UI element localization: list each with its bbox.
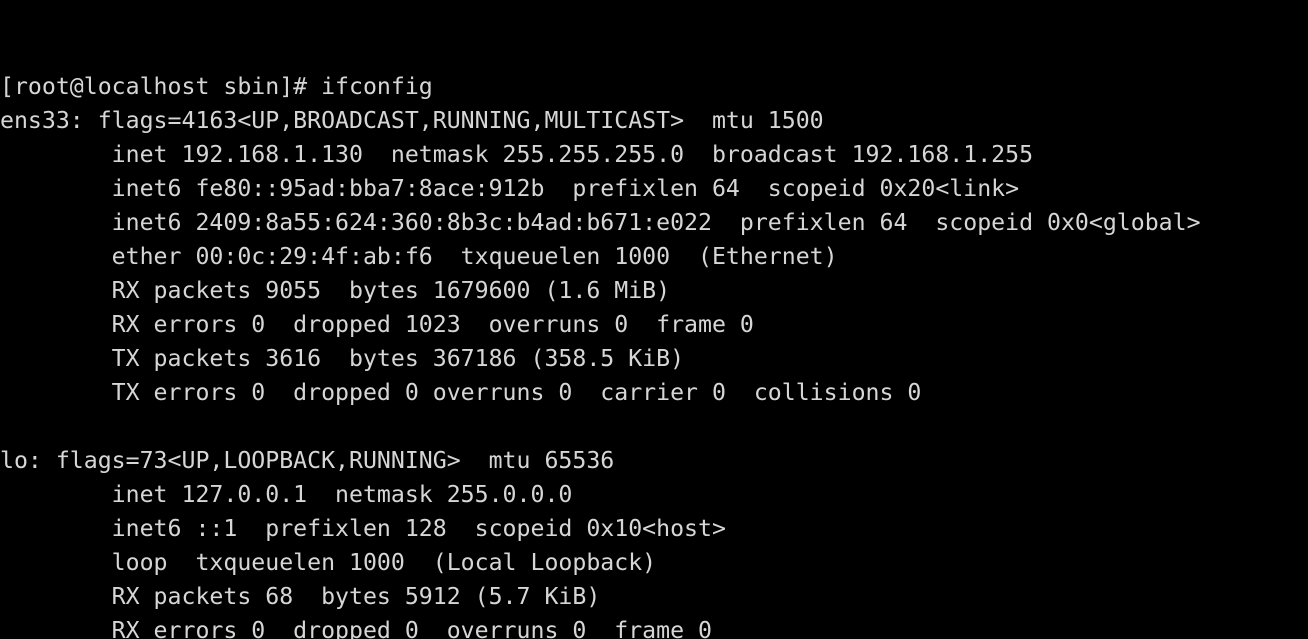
terminal-line: loop txqueuelen 1000 (Local Loopback)	[0, 549, 657, 576]
terminal-line-list: [root@localhost sbin]# ifconfig ens33: fl…	[0, 70, 1308, 639]
terminal-line: TX packets 3616 bytes 367186 (358.5 KiB)	[0, 345, 685, 372]
terminal-line: inet 127.0.0.1 netmask 255.0.0.0	[0, 481, 573, 508]
terminal-line: inet 192.168.1.130 netmask 255.255.255.0…	[0, 141, 1034, 168]
terminal-line: RX packets 9055 bytes 1679600 (1.6 MiB)	[0, 277, 671, 304]
terminal-line: RX errors 0 dropped 0 overruns 0 frame 0	[0, 617, 712, 639]
terminal-line: [root@localhost sbin]# ifconfig	[0, 73, 433, 100]
terminal-line: RX errors 0 dropped 1023 overruns 0 fram…	[0, 311, 754, 338]
terminal-line: TX errors 0 dropped 0 overruns 0 carrier…	[0, 379, 922, 406]
terminal-line: inet6 ::1 prefixlen 128 scopeid 0x10<hos…	[0, 515, 726, 542]
terminal-line: RX packets 68 bytes 5912 (5.7 KiB)	[0, 583, 601, 610]
terminal-line: inet6 fe80::95ad:bba7:8ace:912b prefixle…	[0, 175, 1020, 202]
terminal-line: inet6 2409:8a55:624:360:8b3c:b4ad:b671:e…	[0, 209, 1201, 236]
terminal-output[interactable]: [root@localhost sbin]# ifconfig ens33: fl…	[0, 0, 1308, 639]
terminal-line: lo: flags=73<UP,LOOPBACK,RUNNING> mtu 65…	[0, 447, 615, 474]
terminal-line: ens33: flags=4163<UP,BROADCAST,RUNNING,M…	[0, 107, 824, 134]
terminal-line: ether 00:0c:29:4f:ab:f6 txqueuelen 1000 …	[0, 243, 838, 270]
